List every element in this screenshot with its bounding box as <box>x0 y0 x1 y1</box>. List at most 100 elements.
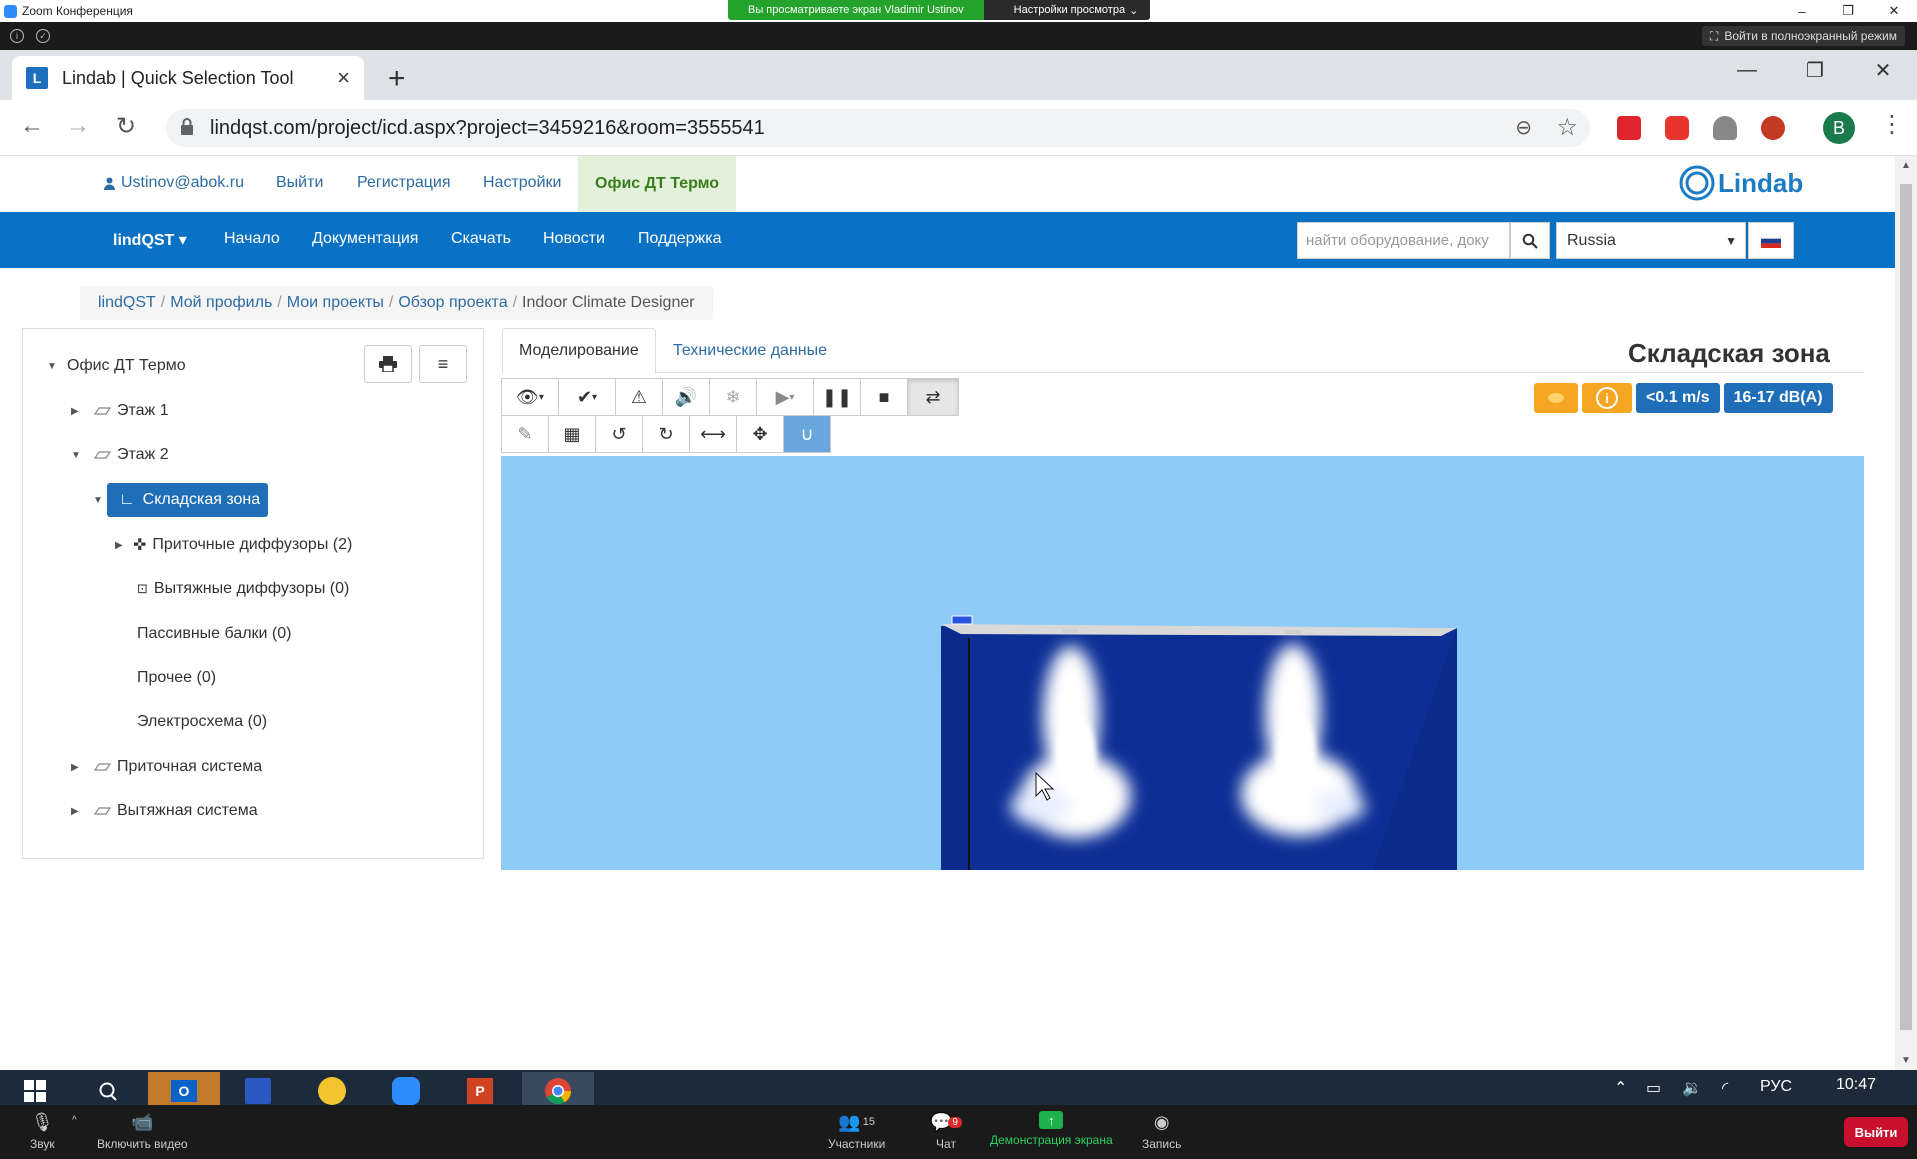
collapse-icon[interactable]: ▶ <box>71 406 85 417</box>
audio-button[interactable]: 🎙 Звук <box>30 1111 55 1152</box>
restore-icon[interactable]: ❐ <box>1781 50 1849 90</box>
nav-support[interactable]: Поддержка <box>638 230 721 248</box>
tree-node-supply-system[interactable]: ▶ Приточная система <box>71 758 262 776</box>
scroll-down-icon[interactable]: ▼ <box>1901 1055 1911 1066</box>
extension-red-icon[interactable] <box>1617 116 1641 140</box>
page-scrollbar[interactable]: ▲ ▼ <box>1895 156 1917 1070</box>
logout-link[interactable]: Выйти <box>276 174 323 192</box>
forward-icon[interactable]: → <box>66 112 90 140</box>
breadcrumb-overview[interactable]: Обзор проекта <box>398 294 507 312</box>
collapse-icon[interactable]: ▶ <box>71 762 85 773</box>
tree-node-passive-beams[interactable]: Пассивные балки (0) <box>137 625 291 643</box>
tree-node-floor1[interactable]: ▶ Этаж 1 <box>71 402 169 420</box>
reload-icon[interactable]: ↻ <box>116 112 136 141</box>
tray-up-icon[interactable]: ⌃ <box>1614 1078 1627 1098</box>
extension-cloud-icon[interactable] <box>1665 116 1689 140</box>
expand-icon[interactable]: ▼ <box>47 361 61 372</box>
breadcrumb-projects[interactable]: Мои проекты <box>287 294 384 312</box>
dimension-marker[interactable] <box>951 615 973 625</box>
tab-modeling[interactable]: Моделирование <box>502 328 656 374</box>
record-button[interactable]: ◉ Запись <box>1142 1111 1181 1152</box>
resize-horizontal-button[interactable]: ⟷ <box>689 415 737 453</box>
scroll-up-icon[interactable]: ▲ <box>1901 160 1911 171</box>
info-badge[interactable]: i <box>1582 383 1632 413</box>
chat-button[interactable]: 💬 9 Чат <box>930 1111 962 1151</box>
warning-button[interactable]: ⚠ <box>615 378 663 416</box>
tree-node-zone[interactable]: ▼ ∟ Складская зона <box>93 483 269 517</box>
velocity-badge[interactable]: <0.1 m/s <box>1636 383 1720 413</box>
fullscreen-button[interactable]: ⛶ Войти в полноэкранный режим <box>1701 26 1905 46</box>
video-button[interactable]: 📹 Включить видео <box>97 1111 188 1152</box>
nav-news[interactable]: Новости <box>543 230 605 248</box>
restore-icon[interactable]: ❐ <box>1825 0 1871 22</box>
bookmark-star-icon[interactable]: ☆ <box>1556 113 1578 142</box>
magnet-button[interactable]: ∪ <box>783 415 831 453</box>
profile-avatar[interactable]: B <box>1823 112 1855 144</box>
play-dropdown-button[interactable]: ▶ ▾ <box>756 378 814 416</box>
search-input[interactable]: найти оборудование, доку <box>1297 222 1510 259</box>
country-select[interactable]: Russia ▼ <box>1556 222 1746 259</box>
sound-button[interactable]: 🔊 <box>662 378 710 416</box>
shield-icon[interactable]: ✓ <box>36 29 50 43</box>
language-indicator[interactable]: РУС <box>1760 1078 1792 1096</box>
pause-button[interactable]: ❚❚ <box>813 378 861 416</box>
print-button[interactable] <box>364 345 412 383</box>
lindab-logo[interactable]: Lindab <box>1678 164 1803 202</box>
minimize-icon[interactable]: – <box>1779 0 1825 22</box>
nav-lindqst[interactable]: lindQST ▾ <box>113 230 187 250</box>
new-tab-icon[interactable]: + <box>388 62 406 96</box>
participants-button[interactable]: 👥 15 Участники <box>828 1111 885 1152</box>
view-settings-button[interactable]: Настройки просмотра ⌄ <box>983 0 1151 20</box>
room-3d-model[interactable] <box>501 456 1864 870</box>
tree-menu-button[interactable]: ≡ <box>419 345 467 383</box>
simulation-viewport[interactable] <box>501 456 1864 870</box>
volume-icon[interactable]: 🔉 <box>1682 1078 1702 1098</box>
scrollbar-thumb[interactable] <box>1900 184 1912 1030</box>
selected-zone[interactable]: ∟ Складская зона <box>107 483 269 517</box>
rotate-right-button[interactable]: ↻ <box>642 415 690 453</box>
user-link[interactable]: Ustinov@abok.ru <box>104 174 244 192</box>
leave-button[interactable]: Выйти <box>1844 1117 1908 1147</box>
rotate-left-button[interactable]: ↺ <box>595 415 643 453</box>
tree-node-root[interactable]: ▼ Офис ДТ Термо <box>47 357 186 375</box>
share-screen-button[interactable]: ↑ Демонстрация экрана <box>990 1111 1113 1147</box>
register-link[interactable]: Регистрация <box>357 174 451 192</box>
zoom-out-icon[interactable]: ⊖ <box>1515 115 1532 140</box>
extension-flower-icon[interactable] <box>1761 116 1785 140</box>
move-button[interactable]: ✥ <box>736 415 784 453</box>
minimize-icon[interactable]: — <box>1713 50 1781 90</box>
heat-badge[interactable] <box>1534 383 1578 413</box>
breadcrumb-lindqst[interactable]: lindQST <box>98 294 156 312</box>
tab-close-icon[interactable]: × <box>337 65 350 91</box>
close-icon[interactable]: ✕ <box>1871 0 1917 22</box>
stop-button[interactable]: ■ <box>860 378 908 416</box>
battery-icon[interactable]: ▭ <box>1646 1078 1661 1098</box>
tree-node-exhaust-system[interactable]: ▶ Вытяжная система <box>71 802 258 820</box>
breadcrumb-profile[interactable]: Мой профиль <box>170 294 272 312</box>
tree-node-floor2[interactable]: ▼ Этаж 2 <box>71 446 169 464</box>
pencil-button[interactable]: ✎ <box>501 415 549 453</box>
settings-link[interactable]: Настройки <box>483 174 561 192</box>
tree-node-electrical[interactable]: Электросхема (0) <box>137 713 267 731</box>
nav-home[interactable]: Начало <box>224 230 280 248</box>
browser-tab[interactable]: L Lindab | Quick Selection Tool × <box>12 56 364 100</box>
view-dropdown-button[interactable]: 👁 ▾ <box>501 378 559 416</box>
extension-gray-icon[interactable] <box>1713 116 1737 140</box>
expand-icon[interactable]: ▼ <box>71 450 85 461</box>
diffuser-head-1[interactable] <box>1062 629 1078 633</box>
nav-docs[interactable]: Документация <box>312 230 418 248</box>
swap-button[interactable]: ⇄ <box>907 378 959 416</box>
check-dropdown-button[interactable]: ✔ ▾ <box>558 378 616 416</box>
tab-technical-data[interactable]: Технические данные <box>657 328 843 374</box>
collapse-icon[interactable]: ▶ <box>115 540 129 551</box>
info-icon[interactable]: i <box>10 29 24 43</box>
clock[interactable]: 10:47 <box>1836 1076 1876 1094</box>
tree-node-exhaust-diffusers[interactable]: ⊡ Вытяжные диффузоры (0) <box>137 580 349 598</box>
browser-menu-icon[interactable]: ⋮ <box>1880 110 1904 139</box>
cooling-button[interactable]: ❄ <box>709 378 757 416</box>
close-icon[interactable]: ✕ <box>1849 50 1917 90</box>
diffuser-head-2[interactable] <box>1285 630 1301 634</box>
grid-button[interactable]: ▦ <box>548 415 596 453</box>
active-project-link[interactable]: Офис ДТ Термо <box>578 156 737 212</box>
expand-icon[interactable]: ▼ <box>93 495 107 506</box>
